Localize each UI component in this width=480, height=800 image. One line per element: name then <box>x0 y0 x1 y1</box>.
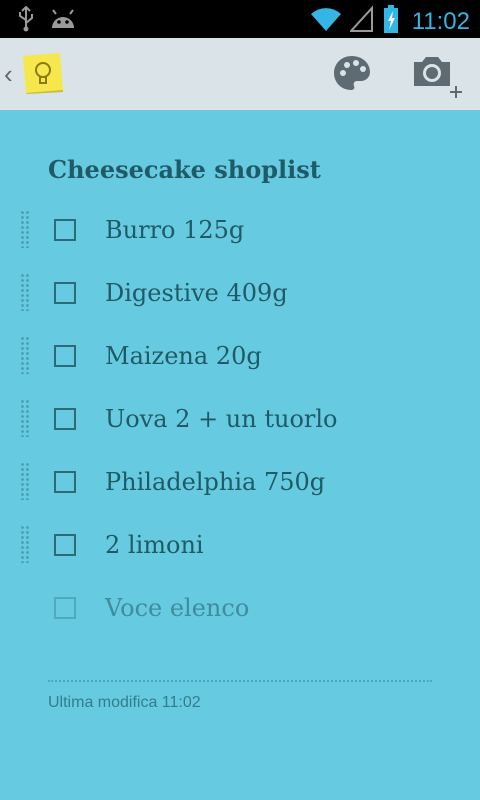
up-navigation-caret[interactable]: ‹ <box>4 60 13 88</box>
list-item[interactable]: 2 limoni <box>0 515 480 578</box>
add-photo-button[interactable] <box>410 52 466 102</box>
item-label[interactable]: Uova 2 + un tuorlo <box>105 403 338 435</box>
item-label[interactable]: Maizena 20g <box>105 340 262 372</box>
drag-handle-icon[interactable] <box>20 525 30 563</box>
screen: 11:02 ‹ Cheesecake shoplist Burro 125g D… <box>0 0 480 800</box>
android-debug-icon <box>50 8 76 35</box>
list-item[interactable]: Philadelphia 750g <box>0 452 480 515</box>
item-checkbox[interactable] <box>54 219 76 241</box>
new-item-input[interactable]: Voce elenco <box>105 592 249 624</box>
note-title[interactable]: Cheesecake shoplist <box>48 155 321 184</box>
list-item[interactable]: Uova 2 + un tuorlo <box>0 389 480 452</box>
item-label[interactable]: Philadelphia 750g <box>105 466 325 498</box>
notification-icons <box>16 5 76 37</box>
drag-handle-icon[interactable] <box>20 399 30 437</box>
drag-handle-icon[interactable] <box>20 462 30 500</box>
keep-lightbulb-icon[interactable] <box>22 52 64 94</box>
last-modified-text: Ultima modifica 11:02 <box>48 694 201 711</box>
list-item[interactable]: Burro 125g <box>0 200 480 263</box>
drag-handle-icon[interactable] <box>20 273 30 311</box>
divider <box>48 680 432 682</box>
item-checkbox[interactable] <box>54 534 76 556</box>
item-checkbox[interactable] <box>54 282 76 304</box>
new-item-checkbox <box>54 597 76 619</box>
item-checkbox[interactable] <box>54 408 76 430</box>
drag-handle-icon[interactable] <box>20 210 30 248</box>
status-time: 11:02 <box>411 7 470 35</box>
list-item[interactable]: Digestive 409g <box>0 263 480 326</box>
new-list-item[interactable]: Voce elenco <box>0 578 480 641</box>
item-checkbox[interactable] <box>54 471 76 493</box>
add-photo-icon <box>414 57 462 98</box>
checklist: Burro 125g Digestive 409g Maizena 20g Uo… <box>0 200 480 641</box>
system-icons: 11:02 <box>310 4 470 39</box>
drag-handle-icon[interactable] <box>20 336 30 374</box>
item-label[interactable]: Digestive 409g <box>105 277 288 309</box>
action-bar: ‹ <box>0 38 480 110</box>
palette-icon <box>334 56 370 90</box>
status-bar: 11:02 <box>0 0 480 38</box>
usb-icon <box>16 5 36 37</box>
palette-button[interactable] <box>330 52 374 96</box>
signal-icon <box>348 5 374 38</box>
list-item[interactable]: Maizena 20g <box>0 326 480 389</box>
item-label[interactable]: 2 limoni <box>105 529 204 561</box>
battery-charging-icon <box>382 4 400 39</box>
item-checkbox[interactable] <box>54 345 76 367</box>
wifi-icon <box>310 5 342 38</box>
item-label[interactable]: Burro 125g <box>105 214 244 246</box>
